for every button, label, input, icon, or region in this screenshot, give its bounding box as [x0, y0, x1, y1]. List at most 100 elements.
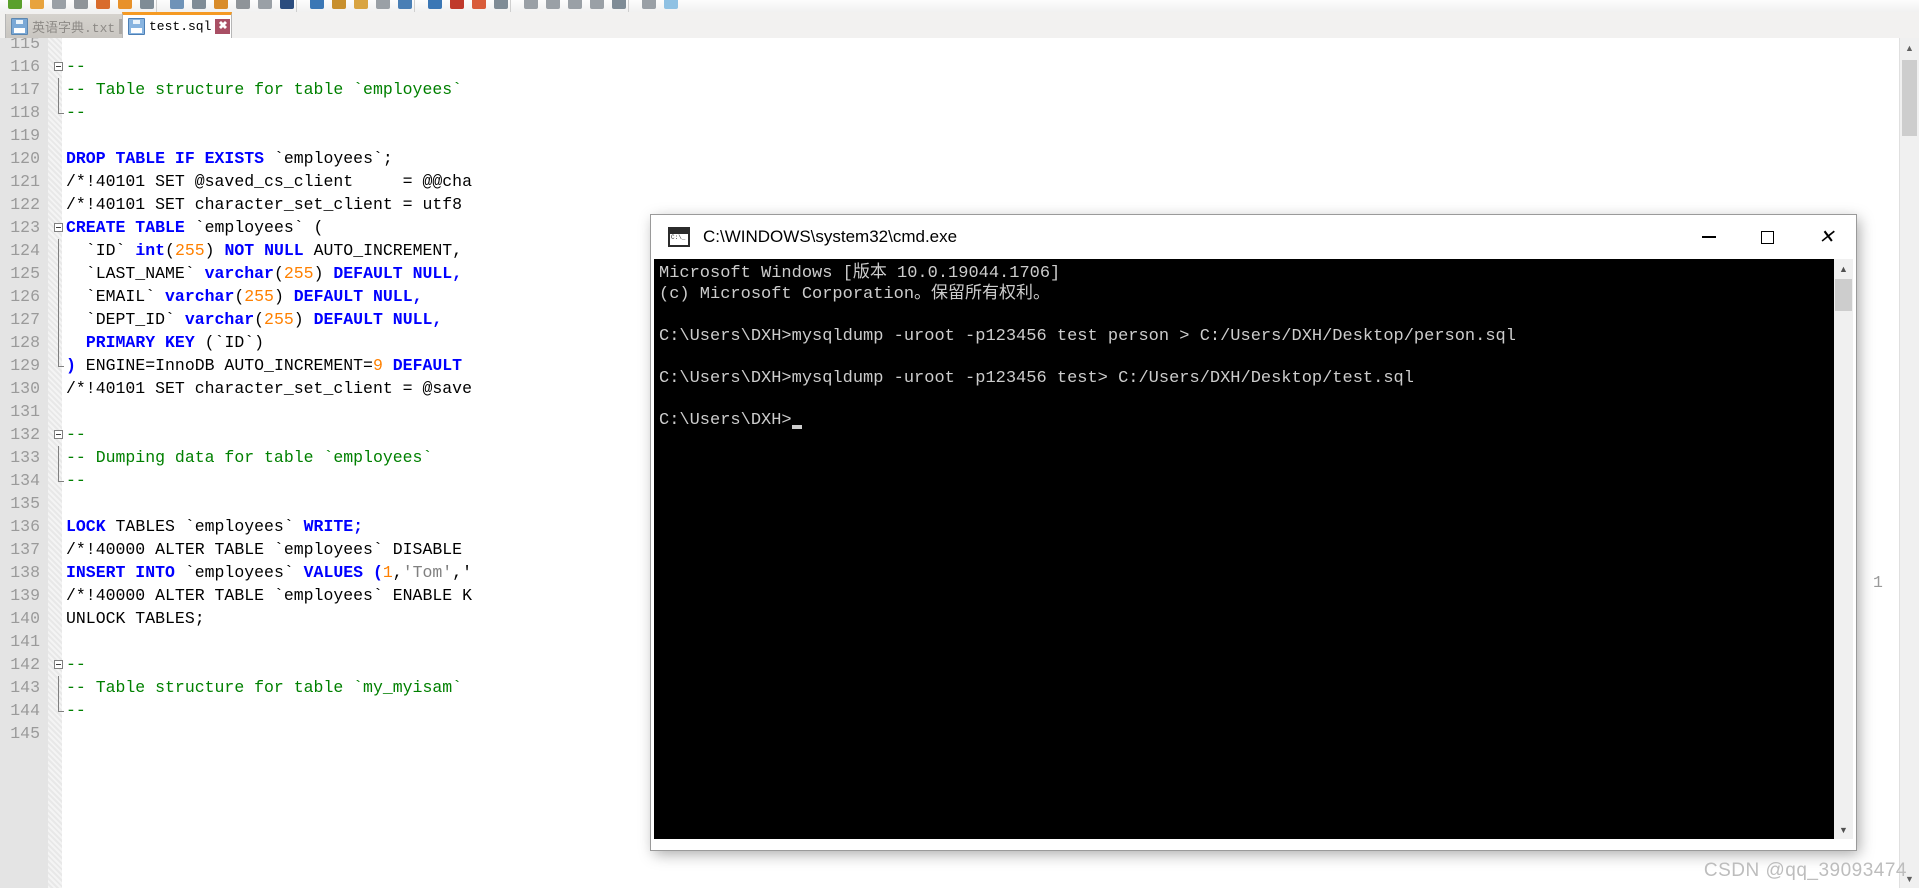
code-text: ) ENGINE=InnoDB AUTO_INCREMENT=9 DEFAULT — [66, 354, 462, 377]
toolbar-icon-10[interactable] — [214, 0, 228, 9]
code-line[interactable]: 120 DROP TABLE IF EXISTS `employees`; — [0, 147, 1900, 170]
fold-collapse-icon[interactable] — [54, 223, 63, 232]
toolbar-icon-4[interactable] — [74, 0, 88, 9]
toolbar-icon-12[interactable] — [258, 0, 272, 9]
terminal-output[interactable]: Microsoft Windows [版本 10.0.19044.1706] (c… — [654, 259, 1834, 839]
fold-line — [58, 78, 59, 101]
minimize-icon[interactable] — [1679, 215, 1738, 259]
cmd-scroll-down-arrow[interactable]: ▼ — [1834, 820, 1853, 839]
code-token: (`ID`) — [194, 333, 265, 352]
scroll-up-arrow[interactable]: ▲ — [1900, 38, 1919, 57]
toolbar-icon-28[interactable] — [642, 0, 656, 9]
toolbar-icon-26[interactable] — [590, 0, 604, 9]
toolbar-icon-17[interactable] — [376, 0, 390, 9]
toolbar-icon-16[interactable] — [354, 0, 368, 9]
tab-close-icon[interactable]: ✖ — [215, 19, 231, 34]
cmd-scroll-up-arrow[interactable]: ▲ — [1834, 259, 1853, 278]
code-token: DEFAULT NULL, — [333, 264, 463, 283]
code-line[interactable]: 117 -- Table structure for table `employe… — [0, 78, 1900, 101]
cmd-icon — [668, 227, 690, 247]
toolbar-icon-2[interactable] — [30, 0, 44, 9]
toolbar-icon-25[interactable] — [568, 0, 582, 9]
line-number: 123 — [10, 218, 40, 237]
code-token: /*!40000 ALTER TABLE `employees` DISABLE — [66, 540, 463, 559]
code-token: `EMAIL` — [66, 287, 166, 306]
toolbar-icon-27[interactable] — [612, 0, 626, 9]
code-line[interactable]: 115 — [0, 38, 1900, 55]
toolbar-icon-20[interactable] — [450, 0, 464, 9]
fold-end-marker — [58, 711, 64, 712]
code-line[interactable]: 119 — [0, 124, 1900, 147]
line-number: 122 — [10, 195, 40, 214]
toolbar-icon-8[interactable] — [170, 0, 184, 9]
code-token: LOCK — [66, 517, 106, 536]
tab-inactive-1[interactable]: 英语字典.txt✖ — [5, 14, 139, 38]
code-token: 255 — [283, 264, 314, 283]
code-token: DEFAULT NULL, — [293, 287, 423, 306]
fold-collapse-icon[interactable] — [54, 430, 63, 439]
toolbar-icon-13[interactable] — [280, 0, 294, 9]
toolbar-icon-18[interactable] — [398, 0, 412, 9]
code-line[interactable]: 121 /*!40101 SET @saved_cs_client = @@cha — [0, 170, 1900, 193]
toolbar-icon-1[interactable] — [8, 0, 22, 9]
toolbar-icon-24[interactable] — [546, 0, 560, 9]
toolbar-icon-19[interactable] — [428, 0, 442, 9]
code-token: /*!40101 SET character_set_client = @sav… — [66, 379, 472, 398]
toolbar-icon-5[interactable] — [96, 0, 110, 9]
code-token: -- Table structure for table `my_myisam` — [66, 678, 463, 697]
tab-bar[interactable]: 英语字典.txt✖test.sql✖ — [0, 12, 1919, 39]
cmd-window[interactable]: C:\WINDOWS\system32\cmd.exe ✕ Microsoft … — [651, 215, 1856, 850]
code-token: /*!40101 SET character_set_client = utf8 — [66, 195, 463, 214]
code-text: `LAST_NAME` varchar(255) DEFAULT NULL, — [66, 262, 462, 285]
code-token: -- — [66, 701, 86, 720]
code-line[interactable]: 122 /*!40101 SET character_set_client = u… — [0, 193, 1900, 216]
scrollbar-thumb[interactable] — [1902, 60, 1917, 136]
code-token: -- — [66, 57, 86, 76]
editor-vertical-scrollbar[interactable]: ▲ ▼ — [1899, 38, 1919, 888]
toolbar-icon-11[interactable] — [236, 0, 250, 9]
fold-collapse-icon[interactable] — [54, 62, 63, 71]
fold-end-marker — [58, 366, 64, 367]
fold-collapse-icon[interactable] — [54, 660, 63, 669]
window-controls[interactable]: ✕ — [1679, 215, 1856, 259]
code-token: `employees`; — [264, 149, 393, 168]
code-token: TABLES `employees` — [105, 517, 304, 536]
toolbar-icon-22[interactable] — [494, 0, 508, 9]
code-token: `DEPT_ID` — [66, 310, 185, 329]
line-number: 131 — [10, 402, 40, 421]
code-token: 255 — [264, 310, 294, 329]
line-number: 116 — [10, 57, 40, 76]
toolbar-icon-9[interactable] — [192, 0, 206, 9]
code-text: DROP TABLE IF EXISTS `employees`; — [66, 147, 393, 170]
fold-line — [58, 285, 59, 308]
tab-active-2[interactable]: test.sql ✖ — [122, 12, 232, 38]
code-token: 255 — [244, 287, 274, 306]
cmd-scrollbar-thumb[interactable] — [1835, 279, 1852, 311]
code-token: `employees` ( — [184, 218, 324, 237]
code-token: VALUES ( — [303, 563, 383, 582]
maximize-icon[interactable] — [1738, 215, 1797, 259]
toolbar-icon-6[interactable] — [118, 0, 132, 9]
code-token: CREATE TABLE — [66, 218, 185, 237]
toolbar-icon-21[interactable] — [472, 0, 486, 9]
code-text: PRIMARY KEY (`ID`) — [66, 331, 264, 354]
cmd-vertical-scrollbar[interactable]: ▲ ▼ — [1834, 259, 1853, 839]
code-text: /*!40101 SET character_set_client = @sav… — [66, 377, 472, 400]
toolbar-icon-29[interactable] — [664, 0, 678, 9]
toolbar-icon-3[interactable] — [52, 0, 66, 9]
close-icon[interactable]: ✕ — [1797, 215, 1856, 259]
code-token: ) — [66, 356, 76, 375]
toolbar-icon-23[interactable] — [524, 0, 538, 9]
code-line[interactable]: 118 -- — [0, 101, 1900, 124]
line-number: 144 — [10, 701, 40, 720]
toolbar-icon-15[interactable] — [332, 0, 346, 9]
line-number: 127 — [10, 310, 40, 329]
code-line[interactable]: 116 -- — [0, 55, 1900, 78]
line-number: 140 — [10, 609, 40, 628]
line-number: 136 — [10, 517, 40, 536]
clipped-right-text: 1 — [1873, 573, 1883, 592]
code-text: INSERT INTO `employees` VALUES (1,'Tom',… — [66, 561, 472, 584]
toolbar-icon-7[interactable] — [140, 0, 154, 9]
cmd-title-bar[interactable]: C:\WINDOWS\system32\cmd.exe ✕ — [651, 215, 1856, 259]
toolbar-icon-14[interactable] — [310, 0, 324, 9]
